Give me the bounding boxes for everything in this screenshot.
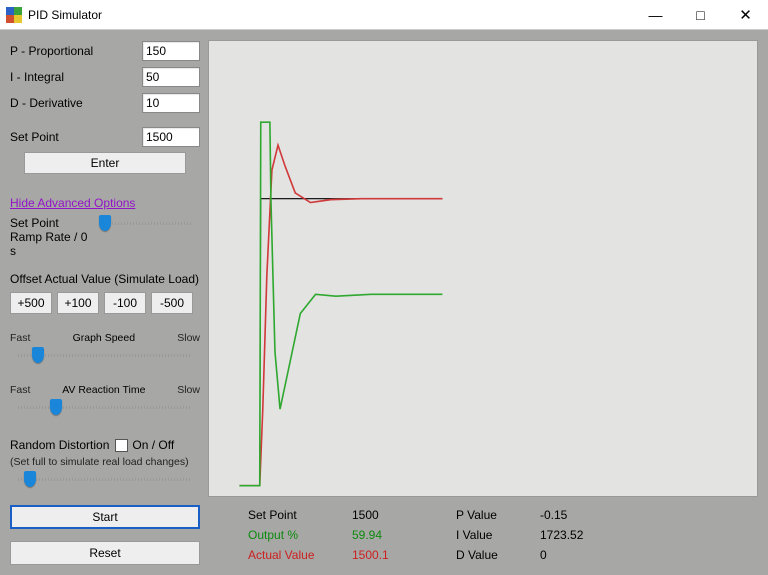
i-label: I - Integral	[10, 70, 142, 84]
offset-label: Offset Actual Value (Simulate Load)	[10, 272, 200, 286]
p-input[interactable]	[142, 41, 200, 61]
toggle-advanced-link[interactable]: Hide Advanced Options	[10, 196, 200, 210]
reaction-slider[interactable]	[10, 402, 200, 412]
offset-minus-500-button[interactable]: -500	[151, 292, 193, 314]
distortion-checkbox[interactable]	[115, 439, 128, 452]
graph-speed-label: Graph Speed	[73, 332, 135, 344]
titlebar: PID Simulator ― □ ✕	[0, 0, 768, 30]
chart-svg	[209, 41, 757, 496]
graph-speed-slow: Slow	[177, 332, 200, 344]
offset-plus-100-button[interactable]: +100	[57, 292, 99, 314]
ramp-slider[interactable]	[95, 218, 200, 228]
readout-output-value: 59.94	[352, 525, 452, 545]
readout-ival-label: I Value	[456, 525, 536, 545]
start-button[interactable]: Start	[10, 505, 200, 529]
reaction-fast: Fast	[10, 384, 30, 396]
reaction-slow: Slow	[177, 384, 200, 396]
enter-button[interactable]: Enter	[24, 152, 186, 174]
minimize-button[interactable]: ―	[633, 0, 678, 30]
readout-actual-label: Actual Value	[248, 545, 348, 565]
ramp-label-1: Set Point	[10, 216, 95, 230]
p-label: P - Proportional	[10, 44, 142, 58]
graph-speed-fast: Fast	[10, 332, 30, 344]
offset-plus-500-button[interactable]: +500	[10, 292, 52, 314]
readout-panel: Set Point Output % Actual Value 1500 59.…	[208, 497, 758, 565]
readout-setpoint-label: Set Point	[248, 505, 348, 525]
distortion-sub: (Set full to simulate real load changes)	[10, 456, 200, 468]
distortion-onoff: On / Off	[132, 438, 174, 452]
graph-speed-slider[interactable]	[10, 350, 200, 360]
distortion-slider[interactable]	[10, 474, 200, 484]
ramp-label-2: Ramp Rate / 0 s	[10, 230, 95, 258]
reset-button[interactable]: Reset	[10, 541, 200, 565]
maximize-button[interactable]: □	[678, 0, 723, 30]
app-icon	[6, 7, 22, 23]
close-button[interactable]: ✕	[723, 0, 768, 30]
readout-dval-value: 0	[540, 545, 610, 565]
readout-dval-label: D Value	[456, 545, 536, 565]
readout-pval-label: P Value	[456, 505, 536, 525]
readout-ival-value: 1723.52	[540, 525, 610, 545]
reaction-label: AV Reaction Time	[62, 384, 145, 396]
left-panel: P - Proportional I - Integral D - Deriva…	[10, 40, 200, 565]
d-label: D - Derivative	[10, 96, 142, 110]
readout-output-label: Output %	[248, 525, 348, 545]
readout-pval-value: -0.15	[540, 505, 610, 525]
distortion-label: Random Distortion	[10, 438, 109, 452]
window-title: PID Simulator	[28, 8, 102, 22]
chart-area	[208, 40, 758, 497]
setpoint-input[interactable]	[142, 127, 200, 147]
offset-minus-100-button[interactable]: -100	[104, 292, 146, 314]
setpoint-label: Set Point	[10, 130, 142, 144]
d-input[interactable]	[142, 93, 200, 113]
readout-setpoint-value: 1500	[352, 505, 452, 525]
i-input[interactable]	[142, 67, 200, 87]
readout-actual-value: 1500.1	[352, 545, 452, 565]
